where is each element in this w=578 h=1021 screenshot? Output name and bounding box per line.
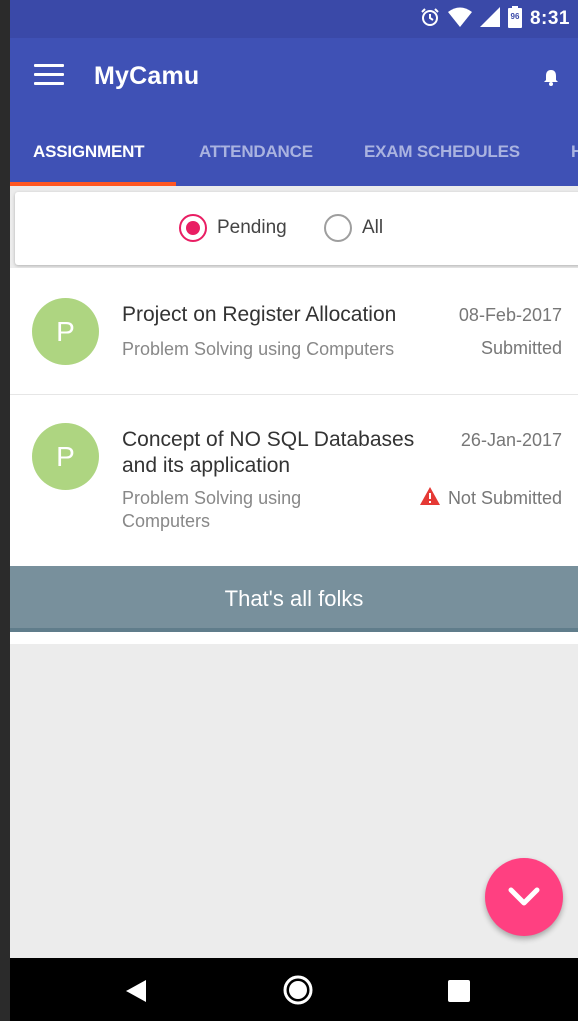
home-icon[interactable]: [282, 974, 314, 1011]
status-bar: 96 8:31: [10, 0, 578, 38]
assignment-list: P Project on Register Allocation Problem…: [10, 268, 578, 566]
status-badge: Not Submitted: [419, 487, 562, 510]
list-item[interactable]: P Concept of NO SQL Databases and its ap…: [10, 395, 578, 566]
avatar: P: [32, 423, 99, 490]
status-label: Not Submitted: [447, 488, 562, 508]
app-title: MyCamu: [94, 62, 200, 90]
app-bar: MyCamu: [10, 38, 578, 114]
scroll-down-button[interactable]: [485, 858, 563, 936]
app-screen: 96 8:31 MyCamu ASSIGNMENT ATTENDANCE EXA…: [10, 0, 578, 1021]
tab-indicator: [10, 182, 176, 186]
assignment-title-line: and its application: [122, 454, 291, 477]
system-nav-bar: [10, 958, 578, 1021]
assignment-date: 26-Jan-2017: [460, 430, 562, 450]
status-badge: Submitted: [481, 338, 562, 359]
signal-icon: [479, 6, 500, 32]
tab-assignment[interactable]: ASSIGNMENT: [33, 114, 145, 186]
back-icon[interactable]: [126, 980, 146, 1007]
radio-pending-label: Pending: [217, 217, 287, 238]
wifi-icon: [447, 7, 472, 32]
menu-icon[interactable]: [34, 64, 64, 88]
radio-all[interactable]: All: [324, 214, 383, 242]
assignment-title-line: Concept of NO SQL Databases: [122, 428, 415, 451]
assignment-subject: Problem Solving using Computers: [122, 339, 395, 359]
assignment-date: 08-Feb-2017: [458, 305, 562, 325]
battery-level: 96: [510, 11, 520, 21]
assignment-title: Concept of NO SQL Databases and its appl…: [122, 427, 414, 479]
status-label: Submitted: [480, 338, 562, 358]
end-of-list-banner: That's all folks: [10, 566, 578, 632]
radio-all-label: All: [362, 217, 384, 238]
tab-attendance[interactable]: ATTENDANCE: [199, 114, 313, 186]
radio-checked-icon: [179, 214, 207, 242]
warning-icon: [419, 487, 440, 510]
tab-overflow[interactable]: H: [571, 114, 578, 186]
status-time: 8:31: [529, 8, 570, 29]
avatar: P: [32, 298, 99, 365]
status-icons: 96 8:31: [420, 0, 570, 38]
assignment-subject-line: Computers: [122, 511, 211, 531]
list-item[interactable]: P Project on Register Allocation Problem…: [10, 268, 578, 395]
filter-card: Pending All: [15, 192, 578, 265]
tab-exam-schedules[interactable]: EXAM SCHEDULES: [364, 114, 520, 186]
assignment-title: Project on Register Allocation: [122, 303, 397, 326]
tab-bar: ASSIGNMENT ATTENDANCE EXAM SCHEDULES H: [10, 114, 578, 186]
list-end-spacer: [10, 632, 578, 644]
radio-unchecked-icon: [324, 214, 352, 242]
bell-icon[interactable]: [540, 66, 562, 88]
chevron-down-icon: [508, 887, 540, 906]
recents-icon[interactable]: [448, 980, 470, 1007]
assignment-subject: Problem Solving using Computers: [122, 487, 301, 533]
radio-pending[interactable]: Pending: [179, 214, 287, 242]
alarm-icon: [420, 7, 440, 32]
battery-icon: 96: [507, 5, 522, 33]
assignment-subject-line: Problem Solving using: [122, 488, 302, 508]
